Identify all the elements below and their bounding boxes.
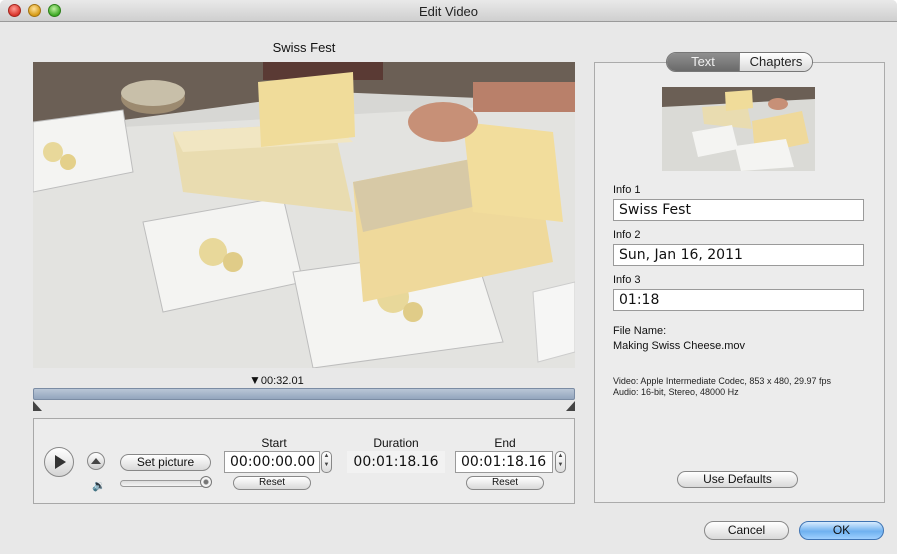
volume-slider-knob[interactable] [199,476,212,488]
video-info: Video: Apple Intermediate Codec, 853 x 4… [613,376,831,386]
tab-chapters[interactable]: Chapters [739,53,812,71]
playhead-indicator[interactable]: ▼00:32.01 [249,373,304,387]
title-bar: Edit Video [0,0,897,22]
info2-field[interactable]: Sun, Jan 16, 2011 [613,244,864,266]
speaker-icon: 🔉 [92,480,106,492]
info2-label: Info 2 [613,229,641,241]
window-title: Edit Video [418,4,479,19]
eject-icon [91,458,101,464]
start-time-stepper[interactable]: ▲ ▼ [321,451,332,473]
video-frame-image [33,62,575,368]
end-time-stepper[interactable]: ▲ ▼ [555,451,566,473]
end-label: End [494,436,516,450]
poster-thumbnail-image [662,87,815,171]
tab-text[interactable]: Text [667,53,739,71]
duration-value: 00:01:18.16 [347,451,445,473]
play-icon [55,455,66,469]
info1-field[interactable]: Swiss Fest [613,199,864,221]
volume-slider[interactable] [120,480,210,487]
eject-button[interactable] [87,452,105,470]
play-button[interactable] [44,447,74,477]
file-name-value: Making Swiss Cheese.mov [613,340,746,352]
info3-field[interactable]: 01:18 [613,289,864,311]
playhead-icon: ▼ [249,373,261,387]
edit-video-window: Edit Video Swiss Fest ▼00:32.01 🔉 Set pi… [0,0,897,554]
duration-label: Duration [373,436,419,450]
use-defaults-button[interactable]: Use Defaults [677,471,798,488]
ok-button[interactable]: OK [799,521,884,540]
end-reset-button[interactable]: Reset [466,476,544,490]
trim-start-handle[interactable] [33,401,42,411]
start-time-field[interactable]: 00:00:00.00 [224,451,320,473]
video-title: Swiss Fest [272,40,336,55]
poster-thumbnail [662,87,815,171]
timeline-scrubber[interactable] [33,388,575,400]
panel-tabs: Text Chapters [666,52,813,72]
file-name-label: File Name: [613,325,667,337]
video-preview[interactable] [33,62,575,368]
end-time-field[interactable]: 00:01:18.16 [455,451,553,473]
start-label: Start [261,436,287,450]
audio-info: Audio: 16-bit, Stereo, 48000 Hz [613,387,739,397]
info1-label: Info 1 [613,184,641,196]
playback-controls: 🔉 Set picture Start 00:00:00.00 ▲ ▼ Reset… [33,418,575,504]
playhead-time: 00:32.01 [260,375,304,387]
cancel-button[interactable]: Cancel [704,521,789,540]
set-picture-button[interactable]: Set picture [120,454,211,471]
trim-end-handle[interactable] [566,401,575,411]
info3-label: Info 3 [613,274,641,286]
start-reset-button[interactable]: Reset [233,476,311,490]
